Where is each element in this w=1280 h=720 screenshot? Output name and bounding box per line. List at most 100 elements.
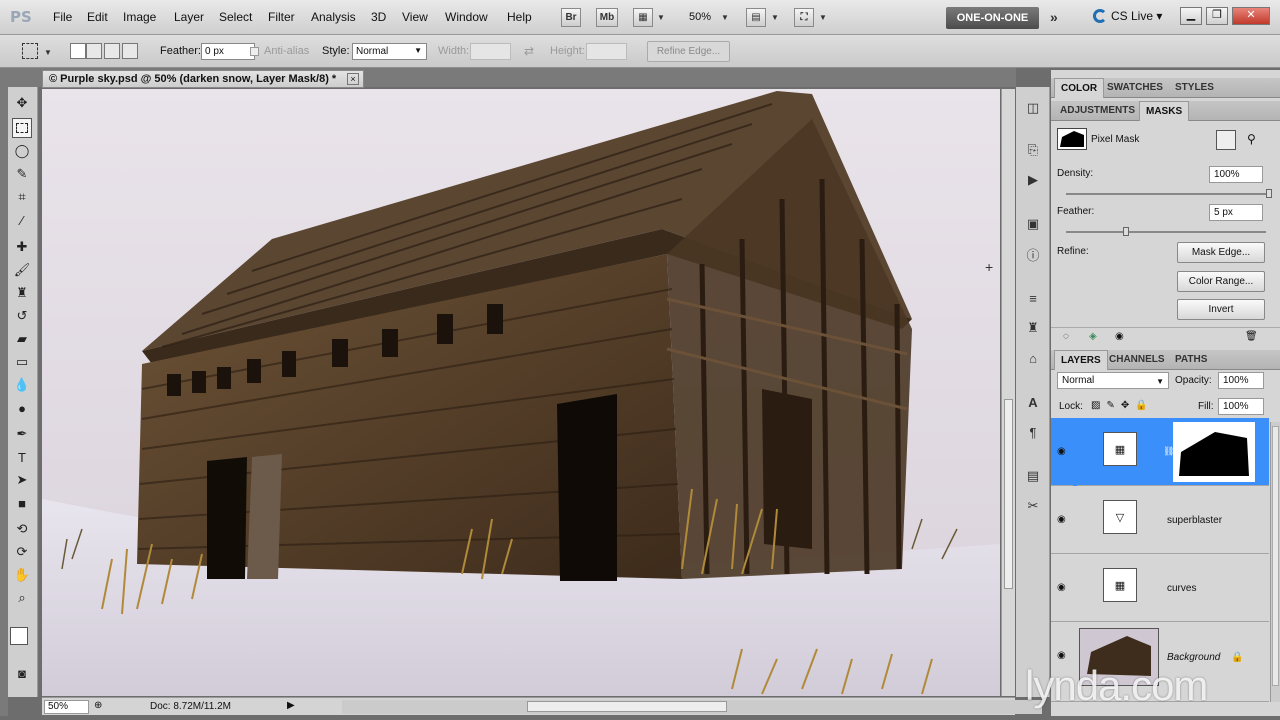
zoom-field[interactable]: 50%: [44, 700, 89, 714]
add-selection-icon[interactable]: [86, 43, 102, 59]
close-icon[interactable]: ×: [347, 73, 359, 85]
eye-icon[interactable]: ◉: [1057, 446, 1066, 457]
eyedropper-tool-icon[interactable]: ⁄: [12, 210, 32, 230]
zoom-level[interactable]: 50%: [689, 11, 711, 23]
document-info[interactable]: Doc: 8.72M/11.2M: [150, 701, 231, 712]
eye-icon[interactable]: ◉: [1057, 582, 1066, 593]
foreground-color-swatch[interactable]: [10, 627, 28, 645]
scrollbar-thumb[interactable]: [1272, 426, 1279, 686]
menu-image[interactable]: Image: [123, 10, 156, 24]
document-canvas[interactable]: +: [42, 89, 1000, 696]
fill-input[interactable]: 100%: [1218, 398, 1264, 415]
style-select[interactable]: Normal ▼: [352, 43, 427, 60]
new-selection-icon[interactable]: [70, 43, 86, 59]
menu-view[interactable]: View: [402, 10, 428, 24]
clone-source-icon[interactable]: ♜: [1024, 319, 1042, 337]
path-selection-tool-icon[interactable]: ➤: [12, 470, 32, 490]
density-input[interactable]: 100%: [1209, 166, 1263, 183]
status-arrow-icon[interactable]: ▶: [287, 700, 295, 711]
move-tool-icon[interactable]: ✥: [12, 93, 32, 113]
minimize-button[interactable]: ▁: [1180, 7, 1202, 25]
mask-feather-input[interactable]: 5 px: [1209, 204, 1263, 221]
load-selection-icon[interactable]: ◌: [1063, 331, 1069, 342]
lasso-tool-icon[interactable]: ◯: [12, 141, 32, 161]
layer-row[interactable]: ◉ ▦ ⛓: [1051, 418, 1269, 486]
mask-edge-button[interactable]: Mask Edge...: [1177, 242, 1265, 263]
chevron-down-icon[interactable]: ▼: [657, 13, 665, 22]
zoom-tool-icon[interactable]: ⌕: [12, 588, 32, 608]
blend-mode-select[interactable]: Normal ▼: [1057, 372, 1169, 389]
eye-icon[interactable]: ◉: [1057, 514, 1066, 525]
crop-tool-icon[interactable]: ⌗: [12, 187, 32, 207]
quick-selection-tool-icon[interactable]: ✎: [12, 164, 32, 184]
delete-mask-icon[interactable]: 🗑: [1245, 331, 1258, 342]
restore-button[interactable]: ❐: [1206, 7, 1228, 25]
arrange-documents-button[interactable]: ▤: [746, 8, 766, 27]
menu-3d[interactable]: 3D: [371, 10, 386, 24]
brush-presets-icon[interactable]: ≡: [1024, 289, 1042, 307]
density-slider[interactable]: [1066, 189, 1272, 198]
menu-select[interactable]: Select: [219, 10, 252, 24]
layer-mask-thumbnail[interactable]: [1173, 422, 1255, 482]
feather-slider[interactable]: [1066, 227, 1266, 236]
brush-tool-icon[interactable]: 🖌: [12, 260, 32, 280]
tab-layers[interactable]: LAYERS: [1054, 350, 1108, 370]
type-tool-icon[interactable]: T: [12, 447, 32, 467]
tab-adjustments[interactable]: ADJUSTMENTS: [1054, 101, 1141, 121]
history-icon[interactable]: ⎘: [1024, 141, 1042, 159]
opacity-input[interactable]: 100%: [1218, 372, 1264, 389]
actions-icon[interactable]: ▶: [1024, 171, 1042, 189]
chevron-down-icon[interactable]: ▼: [44, 48, 52, 57]
pixel-mask-button[interactable]: [1216, 130, 1236, 150]
vertical-scrollbar[interactable]: [1001, 89, 1015, 696]
scrollbar-thumb[interactable]: [527, 701, 727, 712]
invert-button[interactable]: Invert: [1177, 299, 1265, 320]
marquee-tool-icon[interactable]: [22, 43, 38, 59]
anti-alias-checkbox[interactable]: [250, 47, 259, 56]
lock-icons[interactable]: ▨✎✥🔒: [1091, 400, 1154, 411]
intersect-selection-icon[interactable]: [122, 43, 138, 59]
blur-tool-icon[interactable]: 💧: [12, 375, 32, 395]
horizontal-scrollbar[interactable]: [342, 700, 1042, 714]
feather-input[interactable]: 0 px: [201, 43, 255, 60]
tab-styles[interactable]: STYLES: [1169, 78, 1220, 98]
rectangle-tool-icon[interactable]: ■: [12, 493, 32, 513]
menu-analysis[interactable]: Analysis: [311, 10, 356, 24]
spot-healing-tool-icon[interactable]: ✚: [12, 237, 32, 257]
histogram-icon[interactable]: ◫: [1024, 99, 1042, 117]
feather-slider-knob[interactable]: [1123, 227, 1129, 236]
notes-icon[interactable]: ▤: [1024, 467, 1042, 485]
screen-mode-button[interactable]: ⛶: [794, 8, 814, 27]
density-slider-knob[interactable]: [1266, 189, 1272, 198]
dodge-tool-icon[interactable]: ●: [12, 398, 32, 418]
pen-tool-icon[interactable]: ✒: [12, 424, 32, 444]
tab-swatches[interactable]: SWATCHES: [1101, 78, 1169, 98]
menu-window[interactable]: Window: [445, 10, 488, 24]
tab-masks[interactable]: MASKS: [1139, 101, 1190, 121]
color-range-button[interactable]: Color Range...: [1177, 271, 1265, 292]
layer-row[interactable]: ◉ ▽ superblaster: [1051, 486, 1269, 554]
character-icon[interactable]: A: [1024, 393, 1042, 411]
eye-icon[interactable]: ◉: [1057, 650, 1066, 661]
scrollbar-thumb[interactable]: [1004, 399, 1013, 589]
refine-edge-button[interactable]: Refine Edge...: [647, 41, 730, 62]
document-tab[interactable]: © Purple sky.psd @ 50% (darken snow, Lay…: [42, 70, 364, 88]
chevron-down-icon[interactable]: ▼: [771, 13, 779, 22]
gradient-tool-icon[interactable]: ▭: [12, 352, 32, 372]
quick-mask-icon[interactable]: ◙: [12, 663, 32, 683]
tab-color[interactable]: COLOR: [1054, 78, 1105, 98]
paragraph-icon[interactable]: ¶: [1024, 423, 1042, 441]
workspace-more-icon[interactable]: »: [1050, 9, 1058, 25]
chevron-down-icon[interactable]: ▼: [721, 13, 729, 22]
navigator-icon[interactable]: ▣: [1024, 215, 1042, 233]
eraser-tool-icon[interactable]: ▰: [12, 329, 32, 349]
menu-filter[interactable]: Filter: [268, 10, 295, 24]
clone-stamp-tool-icon[interactable]: ♜: [12, 283, 32, 303]
subtract-selection-icon[interactable]: [104, 43, 120, 59]
vector-mask-icon[interactable]: ⚲: [1247, 132, 1256, 146]
bridge-button[interactable]: Br: [561, 8, 581, 27]
apply-mask-icon[interactable]: ◈: [1089, 331, 1097, 342]
layers-scrollbar[interactable]: [1270, 422, 1280, 702]
close-window-button[interactable]: ✕: [1232, 7, 1270, 25]
status-menu-icon[interactable]: ⊕: [94, 700, 102, 711]
